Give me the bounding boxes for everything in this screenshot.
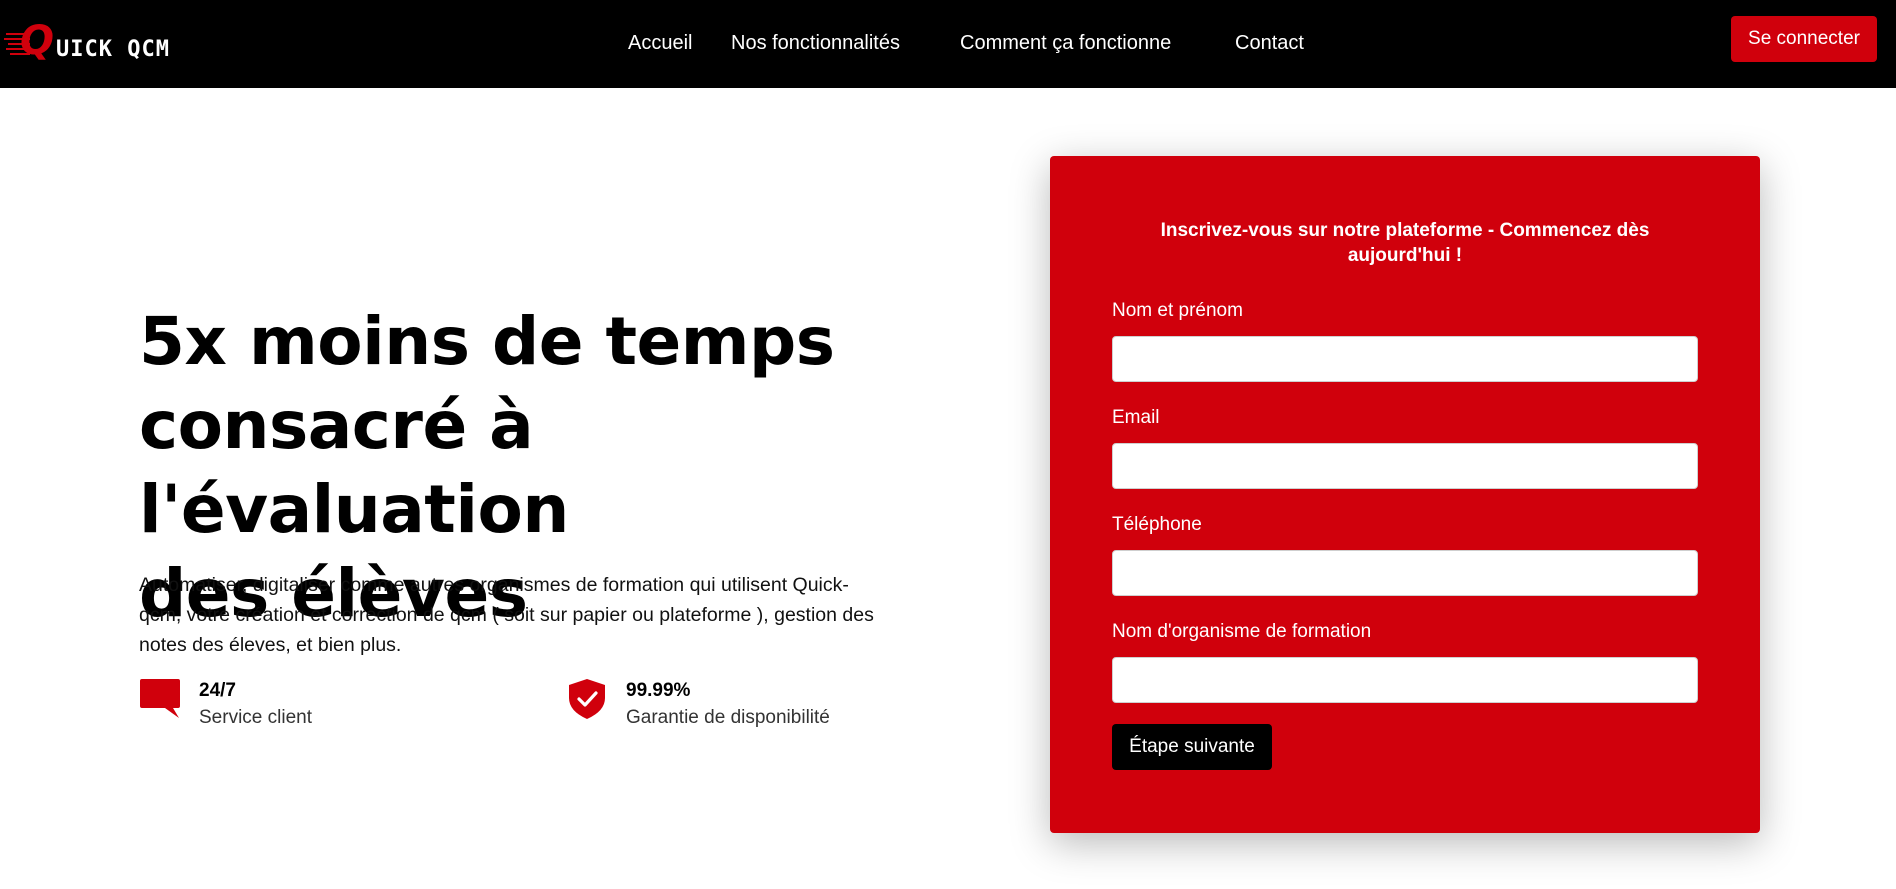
signup-form-heading: Inscrivez-vous sur notre plateforme - Co…: [1160, 220, 1650, 266]
top-navbar: Q UICK QCM Accueil Nos fonctionnalités C…: [0, 0, 1896, 88]
email-label: Email: [1112, 407, 1160, 428]
shield-check-icon: [569, 679, 605, 719]
email-input[interactable]: [1112, 443, 1698, 489]
organization-label: Nom d'organisme de formation: [1112, 621, 1372, 642]
logo-initial: Q: [20, 18, 55, 64]
hero-title-line-1: 5x moins de temps: [139, 303, 835, 380]
brand-logo[interactable]: Q UICK QCM: [4, 18, 194, 64]
logo-wordmark: UICK QCM: [56, 37, 170, 62]
feature-support-value: 24/7: [199, 680, 236, 701]
nav-link-fonctionnalites[interactable]: Nos fonctionnalités: [731, 28, 900, 58]
phone-label: Téléphone: [1112, 514, 1202, 535]
feature-availability-value: 99.99%: [626, 680, 691, 701]
next-step-button[interactable]: Étape suivante: [1112, 724, 1272, 770]
login-button[interactable]: Se connecter: [1731, 16, 1877, 62]
nav-link-contact[interactable]: Contact: [1235, 28, 1304, 58]
nav-link-accueil[interactable]: Accueil: [628, 28, 692, 58]
chat-bubble-icon: [140, 679, 180, 718]
phone-input[interactable]: [1112, 550, 1698, 596]
hero-title-line-2: consacré à l'évaluation: [139, 387, 569, 548]
feature-support-label: Service client: [199, 707, 312, 728]
organization-input[interactable]: [1112, 657, 1698, 703]
full-name-label: Nom et prénom: [1112, 300, 1243, 321]
hero-description: Automatiser, digitaliser comme autres or…: [139, 574, 874, 656]
nav-link-comment-ca-fonctionne[interactable]: Comment ça fonctionne: [960, 28, 1171, 58]
full-name-input[interactable]: [1112, 336, 1698, 382]
signup-form-card: Inscrivez-vous sur notre plateforme - Co…: [1050, 156, 1760, 833]
feature-availability-label: Garantie de disponibilité: [626, 707, 830, 728]
